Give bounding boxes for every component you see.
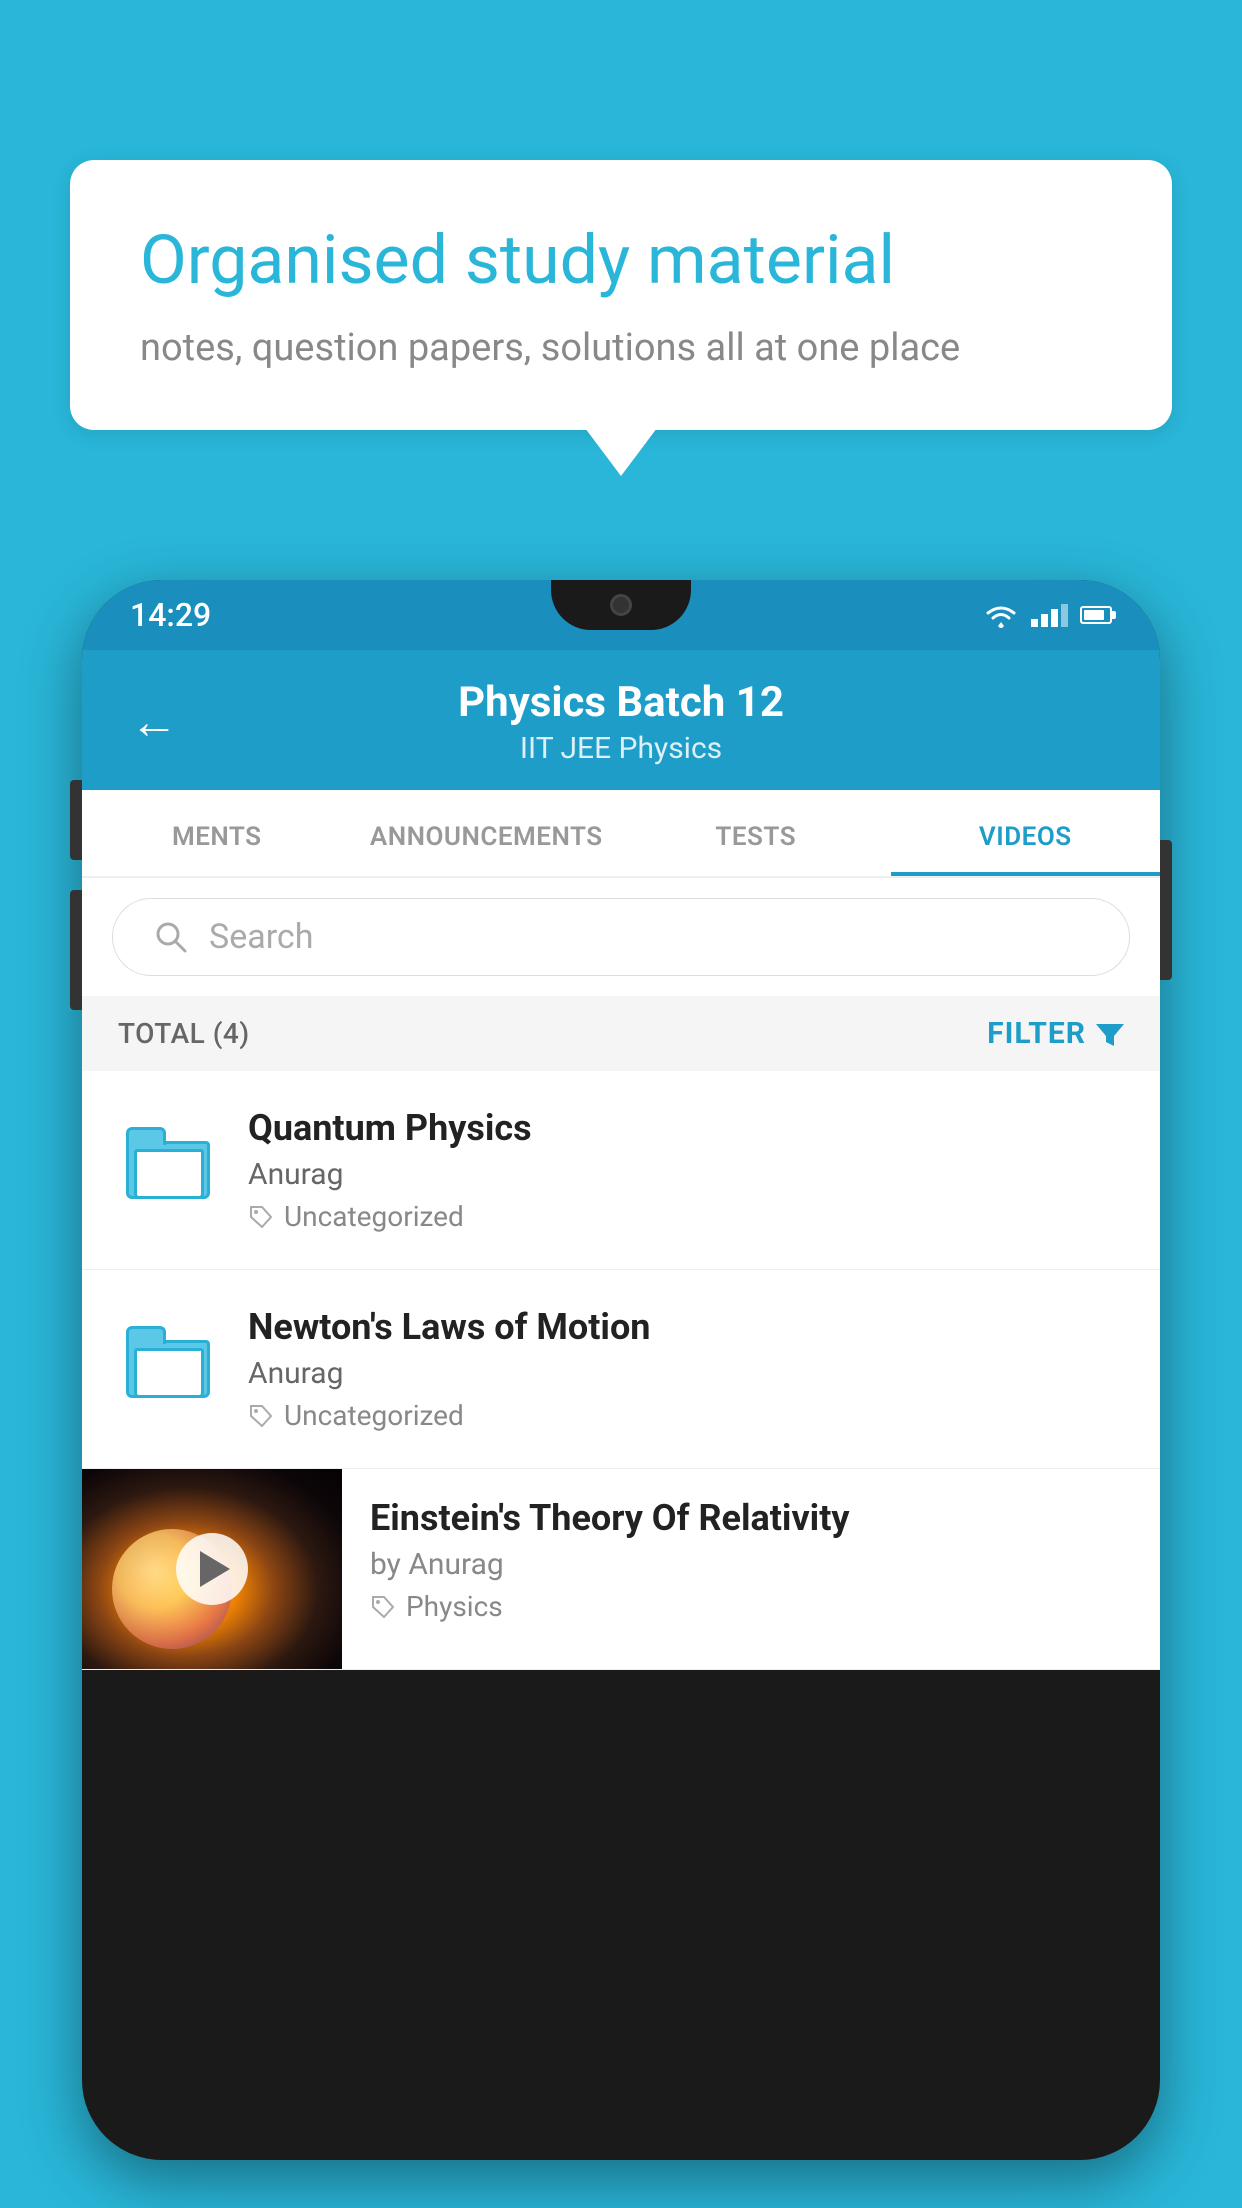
speech-bubble-section: Organised study material notes, question… <box>70 160 1172 476</box>
tag-icon <box>248 1204 274 1230</box>
item-title: Einstein's Theory Of Relativity <box>370 1497 1132 1539</box>
list-item-thumb[interactable]: Einstein's Theory Of Relativity by Anura… <box>82 1469 1160 1670</box>
status-time: 14:29 <box>130 596 211 634</box>
filter-label: FILTER <box>987 1016 1086 1051</box>
filter-button[interactable]: FILTER <box>987 1016 1124 1051</box>
item-details: Newton's Laws of Motion Anurag Uncategor… <box>248 1306 1124 1432</box>
signal-icon <box>1031 604 1068 627</box>
phone-screen: 14:29 <box>82 580 1160 2160</box>
video-thumbnail <box>82 1469 342 1669</box>
folder-front <box>134 1149 204 1199</box>
tag-label: Uncategorized <box>284 1399 464 1432</box>
tabs-bar: MENTS ANNOUNCEMENTS TESTS VIDEOS <box>82 790 1160 878</box>
play-button[interactable] <box>176 1533 248 1605</box>
phone-button-volume-up <box>70 780 82 860</box>
tag-icon <box>248 1403 274 1429</box>
item-tag: Physics <box>370 1590 1132 1623</box>
total-count: TOTAL (4) <box>118 1017 250 1050</box>
item-icon-wrap <box>118 1312 218 1412</box>
filter-bar: TOTAL (4) FILTER <box>82 996 1160 1071</box>
item-title: Quantum Physics <box>248 1107 1124 1149</box>
tab-tests[interactable]: TESTS <box>621 790 891 876</box>
camera-icon <box>610 594 632 616</box>
folder-tab <box>126 1127 166 1145</box>
battery-level <box>1084 610 1104 620</box>
item-details: Quantum Physics Anurag Uncategorized <box>248 1107 1124 1233</box>
item-icon-wrap <box>118 1113 218 1213</box>
status-bar: 14:29 <box>82 580 1160 650</box>
app-header: ← Physics Batch 12 IIT JEE Physics <box>82 650 1160 790</box>
content-list: Quantum Physics Anurag Uncategorized <box>82 1071 1160 1670</box>
speech-bubble-tail <box>585 428 657 476</box>
phone-outer-shell: 14:29 <box>82 580 1160 2160</box>
bubble-subtitle: notes, question papers, solutions all at… <box>140 326 1102 370</box>
search-bar[interactable]: Search <box>112 898 1130 976</box>
play-icon <box>200 1551 230 1587</box>
item-tag: Uncategorized <box>248 1399 1124 1432</box>
filter-icon <box>1096 1020 1124 1048</box>
folder-icon <box>126 1127 210 1199</box>
item-author: Anurag <box>248 1157 1124 1192</box>
list-item[interactable]: Newton's Laws of Motion Anurag Uncategor… <box>82 1270 1160 1469</box>
notch <box>551 580 691 630</box>
search-icon <box>153 919 189 955</box>
status-icons <box>983 602 1112 628</box>
item-title: Newton's Laws of Motion <box>248 1306 1124 1348</box>
wifi-icon <box>983 602 1019 628</box>
tag-label: Physics <box>406 1590 503 1623</box>
tag-label: Uncategorized <box>284 1200 464 1233</box>
bubble-title: Organised study material <box>140 220 1102 302</box>
thumb-details: Einstein's Theory Of Relativity by Anura… <box>342 1469 1160 1651</box>
phone-mockup: 14:29 <box>82 580 1160 2208</box>
tab-ments[interactable]: MENTS <box>82 790 352 876</box>
item-author: by Anurag <box>370 1547 1132 1582</box>
folder-icon <box>126 1326 210 1398</box>
tab-videos[interactable]: VIDEOS <box>891 790 1161 876</box>
speech-bubble-card: Organised study material notes, question… <box>70 160 1172 430</box>
tab-announcements[interactable]: ANNOUNCEMENTS <box>352 790 622 876</box>
folder-front <box>134 1348 204 1398</box>
item-tag: Uncategorized <box>248 1200 1124 1233</box>
tag-icon <box>370 1594 396 1620</box>
back-button[interactable]: ← <box>130 698 178 746</box>
folder-tab <box>126 1326 166 1344</box>
battery-icon <box>1080 606 1112 624</box>
phone-button-volume-down <box>70 890 82 1010</box>
search-placeholder: Search <box>209 917 313 957</box>
phone-button-power <box>1160 840 1172 980</box>
list-item[interactable]: Quantum Physics Anurag Uncategorized <box>82 1071 1160 1270</box>
header-main-title: Physics Batch 12 <box>210 678 1032 727</box>
search-bar-container: Search <box>82 878 1160 996</box>
header-subtitle: IIT JEE Physics <box>210 731 1032 766</box>
header-title-block: Physics Batch 12 IIT JEE Physics <box>210 678 1032 766</box>
item-author: Anurag <box>248 1356 1124 1391</box>
